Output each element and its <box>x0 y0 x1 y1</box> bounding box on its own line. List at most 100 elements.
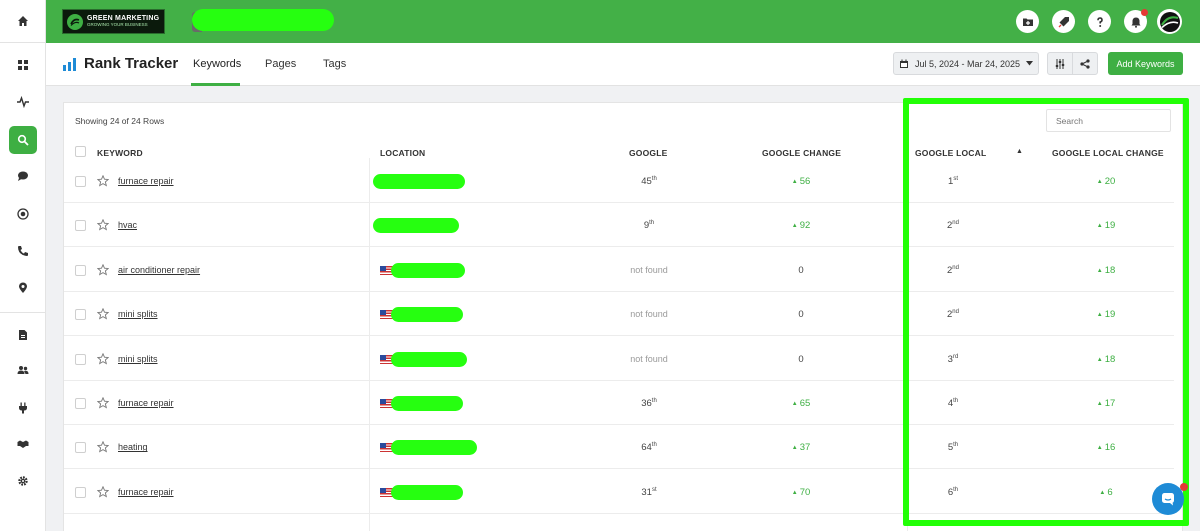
share-button[interactable] <box>1072 52 1098 75</box>
sidebar-item-users[interactable] <box>9 356 37 384</box>
location-redacted <box>391 262 465 278</box>
tab-keywords[interactable]: Keywords <box>193 58 241 70</box>
table-row[interactable]: air conditioner repair not found 0 2nd 18 <box>64 248 1174 292</box>
google-rank: not found <box>609 309 689 319</box>
google-local-rank-suffix: th <box>953 398 959 404</box>
header-keyword[interactable]: KEYWORD <box>97 148 143 158</box>
row-checkbox[interactable] <box>75 264 86 276</box>
table-row[interactable]: furnace repair36th654th17 <box>64 381 1174 425</box>
google-local-rank: 2nd <box>913 220 993 231</box>
header-google-local[interactable]: GOOGLE LOCAL <box>915 148 986 158</box>
keyword-link[interactable]: furnace repair <box>118 176 174 186</box>
keywords-table-card: Showing 24 of 24 Rows KEYWORD LOCATION G… <box>63 102 1183 531</box>
sidebar <box>0 0 46 531</box>
sidebar-item-partners[interactable] <box>9 430 37 458</box>
row-checkbox[interactable] <box>75 353 86 365</box>
google-rank: 9th <box>609 220 689 231</box>
row-checkbox[interactable] <box>75 442 86 454</box>
row-checkbox[interactable] <box>75 176 86 187</box>
folder-add-icon <box>1022 18 1033 26</box>
share-icon <box>1080 58 1090 69</box>
launch-button[interactable] <box>1052 10 1075 33</box>
keyword-link[interactable]: heating <box>118 442 148 452</box>
sort-asc-icon[interactable]: ▲ <box>1016 148 1023 155</box>
location-redacted <box>391 396 463 411</box>
sidebar-item-dashboard[interactable] <box>9 51 37 79</box>
date-range-picker[interactable]: Jul 5, 2024 - Mar 24, 2025 <box>893 52 1039 75</box>
sidebar-item-target[interactable] <box>9 200 37 228</box>
header-google-local-change[interactable]: GOOGLE LOCAL CHANGE <box>1052 148 1164 158</box>
folder-add-button[interactable] <box>1016 10 1039 33</box>
sidebar-item-location[interactable] <box>9 274 37 302</box>
caret-down-icon <box>1026 61 1034 66</box>
star-icon[interactable] <box>97 485 109 498</box>
row-checkbox[interactable] <box>75 309 86 321</box>
table-row[interactable]: heating64th375th16 <box>64 425 1174 470</box>
table-search-input[interactable] <box>1046 109 1171 132</box>
google-local-change: 16 <box>1066 442 1146 453</box>
location-redacted <box>391 351 467 367</box>
table-row[interactable]: hvac 9th 92 2nd 19 <box>64 203 1174 248</box>
table-row[interactable]: furnace repair 45th 56 1st 20 <box>64 159 1174 203</box>
google-rank-value: 36 <box>641 398 652 410</box>
google-change: 70 <box>761 487 841 498</box>
star-icon[interactable] <box>97 441 109 453</box>
google-rank-value: not found <box>630 353 668 364</box>
google-rank: 45th <box>609 176 689 187</box>
header-google[interactable]: GOOGLE <box>629 148 668 158</box>
google-local-rank: 6th <box>913 487 993 498</box>
table-row[interactable]: furnace repair 31st 70 6th 6 <box>64 470 1174 514</box>
tab-pages[interactable]: Pages <box>265 58 296 70</box>
avatar-logo-icon <box>1159 11 1180 32</box>
notifications-button[interactable] <box>1124 9 1148 33</box>
header-location[interactable]: LOCATION <box>380 148 425 158</box>
star-icon[interactable] <box>97 219 109 231</box>
sidebar-item-chat[interactable] <box>9 162 37 190</box>
sidebar-item-search[interactable] <box>9 126 37 154</box>
table-row[interactable]: mini splits not found 0 2nd 19 <box>64 292 1174 337</box>
keyword-link[interactable]: hvac <box>118 220 137 230</box>
date-range-label: Jul 5, 2024 - Mar 24, 2025 <box>914 58 1021 69</box>
google-local-rank: 2nd <box>913 265 993 276</box>
table-row[interactable]: mini splits not found 0 3rd 18 <box>64 337 1174 381</box>
location-redacted <box>391 440 477 456</box>
brand-logo[interactable]: GREEN MARKETING GROWING YOUR BUSINESS <box>62 9 165 34</box>
row-divider <box>64 512 1174 514</box>
google-rank-suffix: th <box>651 176 657 182</box>
google-change: 56 <box>761 176 841 187</box>
row-checkbox[interactable] <box>75 486 86 498</box>
sidebar-item-activity[interactable] <box>9 88 37 116</box>
star-icon[interactable] <box>97 308 109 320</box>
phone-icon <box>18 246 28 256</box>
help-button[interactable] <box>1088 10 1111 33</box>
star-icon[interactable] <box>97 397 109 409</box>
star-icon[interactable] <box>97 352 109 365</box>
star-icon[interactable] <box>97 175 109 187</box>
row-checkbox[interactable] <box>75 220 86 232</box>
keyword-link[interactable]: furnace repair <box>118 398 174 408</box>
sidebar-item-settings[interactable] <box>9 467 37 495</box>
column-settings-button[interactable] <box>1047 52 1073 75</box>
row-checkbox[interactable] <box>75 398 86 409</box>
user-avatar[interactable] <box>1157 9 1182 34</box>
keyword-link[interactable]: mini splits <box>118 354 158 364</box>
header-google-change[interactable]: GOOGLE CHANGE <box>762 148 841 158</box>
home-button[interactable] <box>0 0 46 43</box>
google-change: 0 <box>798 309 804 321</box>
active-tab-indicator <box>191 83 240 86</box>
google-change: 92 <box>761 220 841 231</box>
select-all-checkbox[interactable] <box>75 146 86 157</box>
sidebar-item-plugins[interactable] <box>9 394 37 422</box>
sidebar-item-document[interactable] <box>9 321 37 349</box>
keyword-link[interactable]: mini splits <box>118 309 158 319</box>
add-keywords-button[interactable]: Add Keywords <box>1108 52 1183 75</box>
keyword-link[interactable]: furnace repair <box>118 487 174 497</box>
google-local-rank-suffix: nd <box>952 220 959 227</box>
google-local-change: 18 <box>1066 354 1146 365</box>
keyword-link[interactable]: air conditioner repair <box>118 265 200 275</box>
home-icon <box>18 16 28 26</box>
star-icon[interactable] <box>97 263 109 276</box>
plug-icon <box>19 402 27 414</box>
sidebar-item-phone[interactable] <box>9 237 37 265</box>
tab-tags[interactable]: Tags <box>323 58 346 70</box>
